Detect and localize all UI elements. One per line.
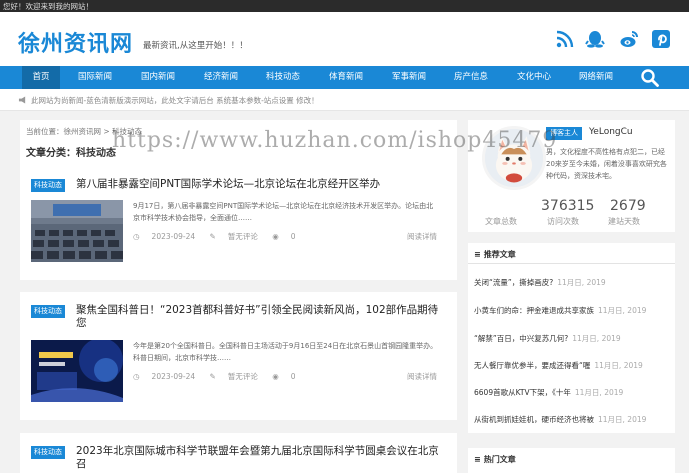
- notice-text: 此网站为尚新闻-蓝色清新版演示网站，此处文字请后台 系统基本参数-站点设置 修改…: [31, 96, 319, 105]
- recommended-widget: 推荐文章 关闭“流量”，撕掉画皮?11月日, 2019 小黄车们的命：押金难退成…: [468, 243, 675, 433]
- article-card: 科技动态 2023年北京国际城市科学节联盟年会暨第九届北京国际科学节圆桌会议在北…: [20, 433, 457, 473]
- nav-item-sports[interactable]: 体育新闻: [321, 66, 371, 89]
- notice-bar: 此网站为尚新闻-蓝色清新版演示网站，此处文字请后台 系统基本参数-站点设置 修改…: [0, 89, 689, 111]
- nav-item-realestate[interactable]: 房产信息: [446, 66, 496, 89]
- read-more-link[interactable]: 阅读详情: [407, 371, 437, 382]
- article-meta: ◷ 2023-09-24 ✎ 暂无评论 ◉ 0: [133, 371, 308, 382]
- widget-title: 推荐文章: [474, 249, 516, 260]
- eye-icon: ◉: [272, 232, 279, 241]
- nav-item-international[interactable]: 国际新闻: [70, 66, 120, 89]
- article-comments[interactable]: 暂无评论: [228, 372, 258, 381]
- weibo-icon[interactable]: [619, 29, 639, 49]
- list-item[interactable]: 小黄车们的命：押金难退成共享家族 11月日, 2019: [474, 305, 671, 316]
- article-card: 科技动态 聚焦全国科普日！“2023首都科普好书”引领全民阅读新风尚，102部作…: [20, 292, 457, 420]
- category-tag[interactable]: 科技动态: [31, 305, 65, 318]
- qq-icon[interactable]: [585, 29, 605, 49]
- clock-icon: ◷: [133, 232, 140, 241]
- article-comments[interactable]: 暂无评论: [228, 232, 258, 241]
- read-more-link[interactable]: 阅读详情: [407, 231, 437, 242]
- nav-item-home[interactable]: 首页: [22, 66, 60, 89]
- top-bar: 您好！欢迎来到我的网站！: [0, 0, 689, 12]
- page-title: 文章分类：科技动态: [26, 148, 116, 159]
- nav-item-culture[interactable]: 文化中心: [509, 66, 559, 89]
- comment-icon: ✎: [209, 232, 216, 241]
- main-nav: 首页 国际新闻 国内新闻 经济新闻 科技动态 体育新闻 军事新闻 房产信息 文化…: [0, 66, 689, 89]
- search-icon[interactable]: [640, 68, 660, 88]
- list-item[interactable]: “解禁”百日，中兴复苏几何? 11月日, 2019: [474, 333, 671, 344]
- article-title[interactable]: 聚焦全国科普日！“2023首都科普好书”引领全民阅读新风尚，102部作品期待您: [76, 304, 446, 330]
- article-excerpt: 今年是第20个全国科普日。全国科普日主场活动于9月16日至24日在北京石景山首钢…: [133, 342, 438, 362]
- clock-icon: ◷: [133, 372, 140, 381]
- nav-item-internet[interactable]: 网络新闻: [571, 66, 621, 89]
- article-title[interactable]: 2023年北京国际城市科学节联盟年会暨第九届北京国际科学节圆桌会议在北京召: [76, 445, 446, 471]
- nav-item-economy[interactable]: 经济新闻: [196, 66, 246, 89]
- article-thumbnail[interactable]: [31, 200, 123, 262]
- site-slogan: 最新资讯,从这里开始！！！: [143, 41, 248, 51]
- stat-visits: 376315: [541, 198, 595, 214]
- article-meta: ◷ 2023-09-24 ✎ 暂无评论 ◉ 0: [133, 231, 308, 242]
- nav-item-domestic[interactable]: 国内新闻: [133, 66, 183, 89]
- site-header: 徐州资讯网 最新资讯,从这里开始！！！: [0, 12, 689, 66]
- article-title[interactable]: 第八届非暴露空间PNT国际学术论坛—北京论坛在北京经开区举办: [76, 178, 446, 191]
- article-excerpt: 9月17日，第八届非暴露空间PNT国际学术论坛—北京论坛在北京经济技术开发区举办…: [133, 202, 434, 222]
- stat-label-articles: 文章总数: [485, 217, 517, 226]
- author-bio: 男，文化程度不高性格有点犯二，已经20来岁至今未婚，闲着没事喜欢研究各种代码，资…: [546, 148, 667, 180]
- article-date: 2023-09-24: [151, 372, 196, 381]
- article-views: 0: [290, 372, 296, 381]
- widget-title: 热门文章: [474, 454, 516, 465]
- list-item[interactable]: 从街机到抓娃娃机，硬币经济也将被 11月日, 2019: [474, 414, 671, 425]
- list-item[interactable]: 无人餐厅靠优参半，要成还得看“喔 11月日, 2019: [474, 360, 671, 371]
- nav-item-military[interactable]: 军事新闻: [384, 66, 434, 89]
- divider: [468, 263, 675, 264]
- site-logo[interactable]: 徐州资讯网: [18, 26, 133, 58]
- article-thumbnail[interactable]: [31, 340, 123, 402]
- category-tag[interactable]: 科技动态: [31, 179, 65, 192]
- article-card: 科技动态 第八届非暴露空间PNT国际学术论坛—北京论坛在北京经开区举办 9月17…: [20, 170, 457, 280]
- welcome-text: 您好！欢迎来到我的网站！: [3, 2, 93, 11]
- nav-item-tech[interactable]: 科技动态: [258, 66, 308, 89]
- author-name: YeLongCu: [589, 127, 633, 137]
- list-item[interactable]: 6609首歌从KTV下架，《十年 11月日, 2019: [474, 387, 671, 398]
- hot-widget: 热门文章: [468, 448, 675, 473]
- stat-label-visits: 访问次数: [547, 217, 579, 226]
- pinterest-icon[interactable]: [651, 29, 671, 49]
- category-tag[interactable]: 科技动态: [31, 446, 65, 459]
- watermark: https://www.huzhan.com/ishop45479: [112, 128, 558, 153]
- article-views: 0: [290, 232, 296, 241]
- comment-icon: ✎: [209, 372, 216, 381]
- list-item[interactable]: 关闭“流量”，撕掉画皮? 11月日, 2019: [474, 277, 671, 288]
- eye-icon: ◉: [272, 372, 279, 381]
- article-date: 2023-09-24: [151, 232, 196, 241]
- stat-label-days: 建站天数: [608, 217, 640, 226]
- megaphone-icon: [18, 96, 27, 104]
- stat-days: 2679: [610, 198, 646, 214]
- rss-icon[interactable]: [555, 29, 575, 49]
